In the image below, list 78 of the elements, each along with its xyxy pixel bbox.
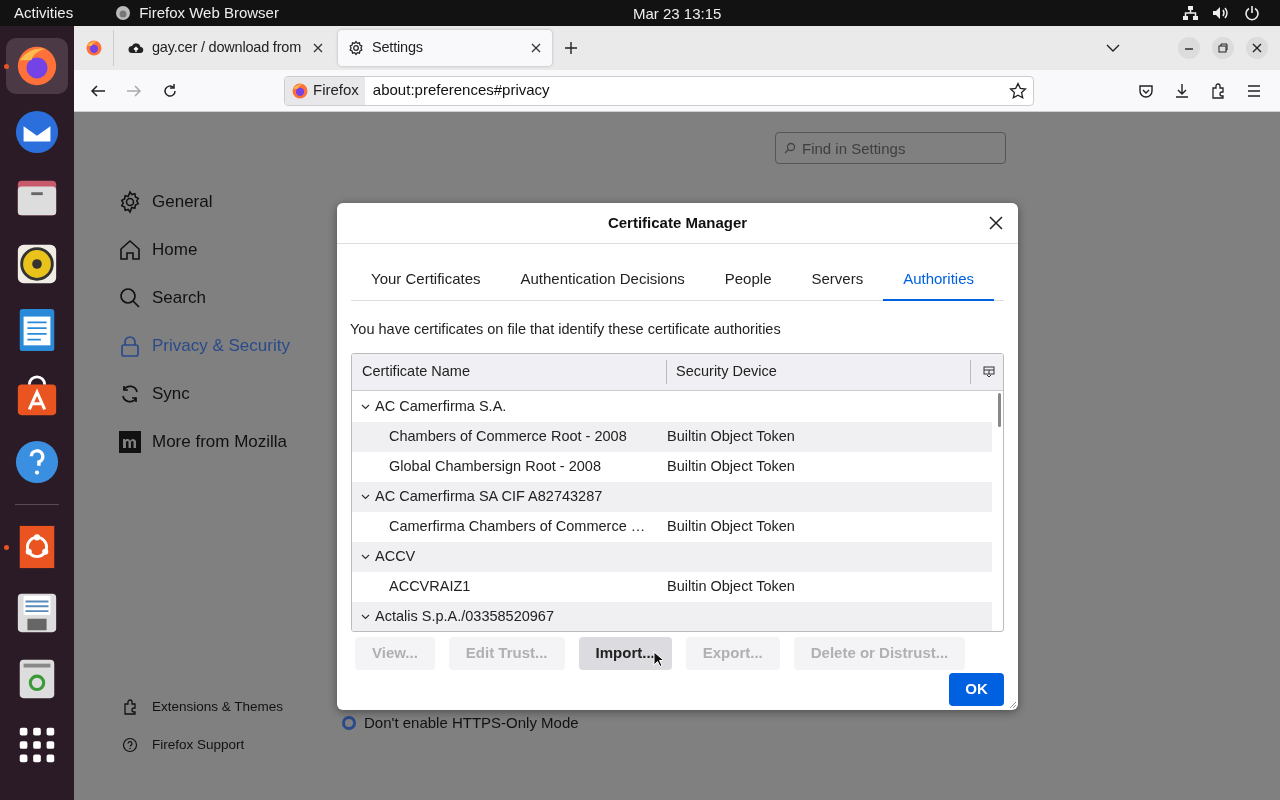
close-icon[interactable]	[988, 215, 1004, 231]
dialog-title: Certificate Manager	[607, 212, 748, 233]
new-tab-icon[interactable]	[564, 41, 578, 55]
mail-icon[interactable]	[14, 109, 60, 155]
network-icon[interactable]	[1182, 5, 1198, 21]
dialog-tab[interactable]: Servers	[791, 259, 884, 301]
column-header[interactable]: Security Device	[667, 359, 971, 384]
gear-icon	[118, 190, 142, 214]
pocket-icon[interactable]	[1138, 82, 1154, 99]
reload-icon[interactable]	[162, 82, 178, 99]
search-icon	[118, 286, 142, 310]
tree-item[interactable]: Chambers of Commerce Root - 2008	[389, 427, 627, 444]
expanded-chevron-icon[interactable]	[361, 612, 370, 622]
ok-button[interactable]: OK	[949, 672, 1004, 706]
expanded-chevron-icon[interactable]	[361, 552, 370, 562]
footer-link[interactable]: Extensions & Themes	[122, 698, 284, 716]
power-icon[interactable]	[1244, 5, 1260, 21]
identity-button[interactable]: Firefox	[285, 76, 365, 105]
settings-category[interactable]: Search	[118, 286, 290, 310]
column-header[interactable]: Certificate Name	[352, 359, 667, 384]
settings-category[interactable]: Home	[118, 238, 290, 262]
expanded-chevron-icon[interactable]	[361, 402, 370, 412]
table-cell-text: Builtin Object Token	[667, 426, 795, 446]
restore-icon[interactable]	[1212, 37, 1234, 59]
url-bar[interactable]: Firefox about:preferences#privacy	[284, 75, 1034, 106]
close-icon[interactable]	[1246, 37, 1268, 59]
settings-category[interactable]: General	[118, 190, 290, 214]
lock-icon	[118, 334, 142, 358]
search-field[interactable]: Find in Settings	[775, 132, 1006, 164]
footer-link[interactable]: Firefox Support	[122, 736, 284, 754]
app-menu[interactable]: Firefox Web Browser	[139, 1, 279, 25]
menu-icon[interactable]	[1246, 82, 1262, 99]
download-icon[interactable]	[1174, 82, 1190, 99]
expanded-chevron-icon[interactable]	[361, 492, 370, 502]
browser-tab[interactable]: Settings	[338, 30, 552, 66]
description-text: You have certificates on file that identify these certificate authorities	[350, 320, 782, 339]
help-icon[interactable]	[14, 439, 60, 485]
radio-label: Don't enable HTTPS-Only Mode	[364, 713, 579, 733]
back-icon[interactable]	[90, 82, 106, 99]
tree-item[interactable]: ACCV	[375, 545, 416, 568]
column-picker-icon[interactable]	[983, 365, 995, 378]
tree-item[interactable]: AC Camerfirma S.A.	[375, 395, 507, 418]
url-text: about:preferences#privacy	[372, 80, 550, 101]
tree-item[interactable]: Global Chambersign Root - 2008	[389, 457, 601, 474]
browser-tab[interactable]: gay.cer / download from	[118, 30, 334, 66]
tab-title: gay.cer / download from	[152, 38, 303, 58]
radio-button[interactable]	[342, 716, 356, 731]
dialog-tab[interactable]: Authorities	[883, 259, 995, 301]
puzzle-icon	[122, 699, 138, 715]
dialog-tab[interactable]: Your Certificates	[351, 259, 501, 301]
mozilla-m-icon	[118, 430, 142, 454]
settings-category[interactable]: Sync	[118, 382, 290, 406]
home-icon	[118, 238, 142, 262]
activities-button[interactable]: Activities	[14, 1, 74, 25]
tab-title: Settings	[372, 38, 424, 58]
mouse-pointer-icon	[652, 650, 663, 667]
scrollbar-thumb[interactable]	[998, 392, 1001, 427]
clock[interactable]: Mar 23 13:15	[633, 3, 722, 26]
dialog-tab[interactable]: People	[704, 259, 792, 301]
volume-icon[interactable]	[1212, 5, 1230, 21]
help-icon	[122, 737, 138, 753]
cloud-upload-icon	[128, 40, 144, 56]
search-icon	[784, 142, 796, 154]
settings-icon	[348, 40, 364, 56]
tree-item[interactable]: ACCVRAIZ1	[389, 577, 471, 594]
table-cell-text: Builtin Object Token	[667, 516, 795, 536]
resize-grip-icon[interactable]	[1007, 699, 1017, 709]
minimize-icon[interactable]	[1178, 37, 1200, 59]
tree-item[interactable]: Camerfirma Chambers of Commerce …	[389, 517, 646, 534]
close-icon[interactable]	[530, 42, 542, 54]
settings-category[interactable]: More from Mozilla	[118, 430, 290, 454]
puzzle-icon[interactable]	[1210, 82, 1226, 99]
table-cell-text: Builtin Object Token	[667, 576, 795, 596]
dialog-tab[interactable]: Authentication Decisions	[500, 259, 705, 301]
table-cell-text: Builtin Object Token	[667, 456, 795, 476]
star-icon[interactable]	[1009, 81, 1027, 100]
close-icon[interactable]	[312, 42, 324, 54]
dialog-button[interactable]: Import...	[578, 636, 672, 670]
